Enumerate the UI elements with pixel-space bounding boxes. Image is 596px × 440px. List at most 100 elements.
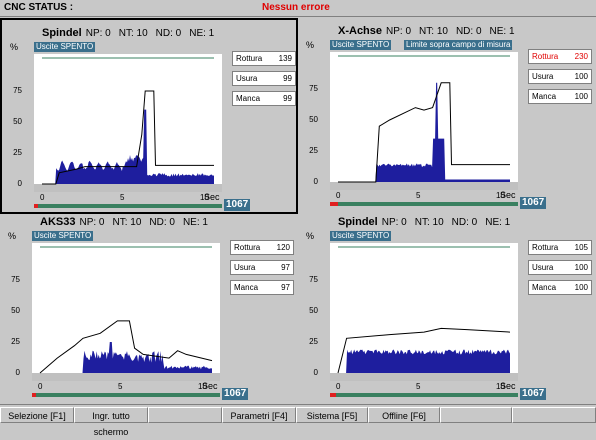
y-tick-label: 50 <box>8 117 22 126</box>
monitor-panel-3[interactable]: AKS33 NP: 0 NT: 10 ND: 0 NE: 1% Uscite SPENTO… <box>0 209 298 405</box>
cycle-progress-fill <box>330 393 336 397</box>
threshold-label: Usura <box>236 74 257 83</box>
function-key-5[interactable]: Sistema [F5] <box>296 407 368 423</box>
counter-ne: NE: 1 <box>485 217 510 228</box>
threshold-value: 99 <box>283 94 292 103</box>
y-tick-label: 0 <box>6 368 20 377</box>
threshold-manca[interactable]: Manca 99 <box>232 91 296 106</box>
monitor-panel-4[interactable]: Spindel NP: 0 NT: 10 ND: 0 NE: 1% Uscite SPEN… <box>298 209 596 405</box>
function-key-6[interactable]: Offline [F6] <box>368 407 440 423</box>
x-unit-label: Sec <box>204 192 220 202</box>
counter-nd: ND: 0 <box>156 28 182 39</box>
counter-nd: ND: 0 <box>456 26 482 37</box>
threshold-usura[interactable]: Usura 99 <box>232 71 296 86</box>
cnc-status-bar: CNC STATUS : Nessun errore <box>0 0 596 17</box>
y-tick-label: 0 <box>304 368 318 377</box>
threshold-usura[interactable]: Usura 97 <box>230 260 294 275</box>
threshold-value: 139 <box>279 54 292 63</box>
plot-floor <box>330 373 518 381</box>
y-tick-label: 0 <box>8 179 22 188</box>
y-tick-label: 50 <box>6 306 20 315</box>
threshold-label: Usura <box>532 72 553 81</box>
y-tick-label: 25 <box>6 337 20 346</box>
threshold-label: Manca <box>532 92 556 101</box>
panel-title: AKS33 NP: 0 NT: 10 ND: 0 NE: 1 <box>40 216 216 228</box>
monitor-panel-1[interactable]: Spindel NP: 0 NT: 10 ND: 0 NE: 1% Uscite SPEN… <box>0 18 298 214</box>
counter-nt: NT: 10 <box>112 217 141 228</box>
counter-ne: NE: 1 <box>189 28 214 39</box>
counter-np: NP: 0 <box>386 26 411 37</box>
cycle-progress-bar <box>34 204 222 208</box>
threshold-manca[interactable]: Manca 100 <box>528 280 592 295</box>
threshold-manca[interactable]: Manca 97 <box>230 280 294 295</box>
threshold-label: Manca <box>532 283 556 292</box>
threshold-usura[interactable]: Usura 100 <box>528 69 592 84</box>
counter-nd: ND: 0 <box>452 217 478 228</box>
signal-trace <box>42 110 214 184</box>
threshold-label: Manca <box>236 94 260 103</box>
function-key-7[interactable] <box>440 407 512 423</box>
threshold-label: Rottura <box>532 243 558 252</box>
counter-ne: NE: 1 <box>490 26 515 37</box>
threshold-value: 97 <box>281 263 290 272</box>
signal-plot <box>34 54 222 192</box>
signal-trace <box>338 83 510 182</box>
threshold-value: 99 <box>283 74 292 83</box>
output-status-tag: Uscite SPENTO <box>32 231 93 241</box>
cycle-counter: 1067 <box>222 388 248 400</box>
y-unit-label: % <box>306 40 314 50</box>
cycle-progress-fill <box>32 393 36 397</box>
threshold-rottura[interactable]: Rottura 105 <box>528 240 592 255</box>
counter-np: NP: 0 <box>79 217 104 228</box>
limit-warning-tag: Limite sopra campo di misura <box>404 40 512 50</box>
x-tick-label: 0 <box>40 193 44 202</box>
threshold-label: Usura <box>532 263 553 272</box>
y-tick-label: 50 <box>304 115 318 124</box>
counter-np: NP: 0 <box>382 217 407 228</box>
threshold-value: 100 <box>575 263 588 272</box>
panel-title: Spindel NP: 0 NT: 10 ND: 0 NE: 1 <box>42 27 222 39</box>
function-key-8[interactable] <box>512 407 596 423</box>
threshold-value: 100 <box>575 283 588 292</box>
monitor-panel-2[interactable]: X-Achse NP: 0 NT: 10 ND: 0 NE: 1% Uscite SPEN… <box>298 18 596 214</box>
x-tick-label: 0 <box>336 382 340 391</box>
threshold-rottura[interactable]: Rottura 139 <box>232 51 296 66</box>
threshold-value: 100 <box>575 72 588 81</box>
x-unit-label: Sec <box>500 190 516 200</box>
status-message: Nessun errore <box>262 2 330 13</box>
function-key-3[interactable] <box>148 407 222 423</box>
counter-nd: ND: 0 <box>149 217 175 228</box>
output-status-tag: Uscite SPENTO <box>330 40 391 50</box>
function-key-1[interactable]: Selezione [F1] <box>0 407 74 423</box>
y-tick-label: 75 <box>304 275 318 284</box>
plot-floor <box>34 184 222 192</box>
function-key-2[interactable]: Ingr. tutto schermo <box>74 407 148 423</box>
y-tick-label: 25 <box>304 146 318 155</box>
x-unit-label: Sec <box>500 381 516 391</box>
function-key-4[interactable]: Parametri [F4] <box>222 407 296 423</box>
cycle-progress-bar <box>330 202 518 206</box>
cycle-counter: 1067 <box>520 197 546 209</box>
threshold-value: 100 <box>575 92 588 101</box>
threshold-label: Usura <box>234 263 255 272</box>
threshold-value: 120 <box>277 243 290 252</box>
cycle-progress-bar <box>32 393 220 397</box>
x-tick-label: 0 <box>38 382 42 391</box>
plot-floor <box>32 373 220 381</box>
threshold-rottura[interactable]: Rottura 230 <box>528 49 592 64</box>
y-tick-label: 75 <box>6 275 20 284</box>
y-unit-label: % <box>8 231 16 241</box>
threshold-label: Rottura <box>234 243 260 252</box>
counter-np: NP: 0 <box>86 28 111 39</box>
cycle-progress-fill <box>330 202 338 206</box>
threshold-rottura[interactable]: Rottura 120 <box>230 240 294 255</box>
signal-trace <box>338 350 510 374</box>
threshold-manca[interactable]: Manca 100 <box>528 89 592 104</box>
axis-name: AKS33 <box>40 216 75 228</box>
threshold-value: 230 <box>575 52 588 61</box>
threshold-label: Rottura <box>532 52 558 61</box>
y-unit-label: % <box>306 231 314 241</box>
threshold-usura[interactable]: Usura 100 <box>528 260 592 275</box>
plot-floor <box>330 182 518 190</box>
cycle-counter: 1067 <box>520 388 546 400</box>
